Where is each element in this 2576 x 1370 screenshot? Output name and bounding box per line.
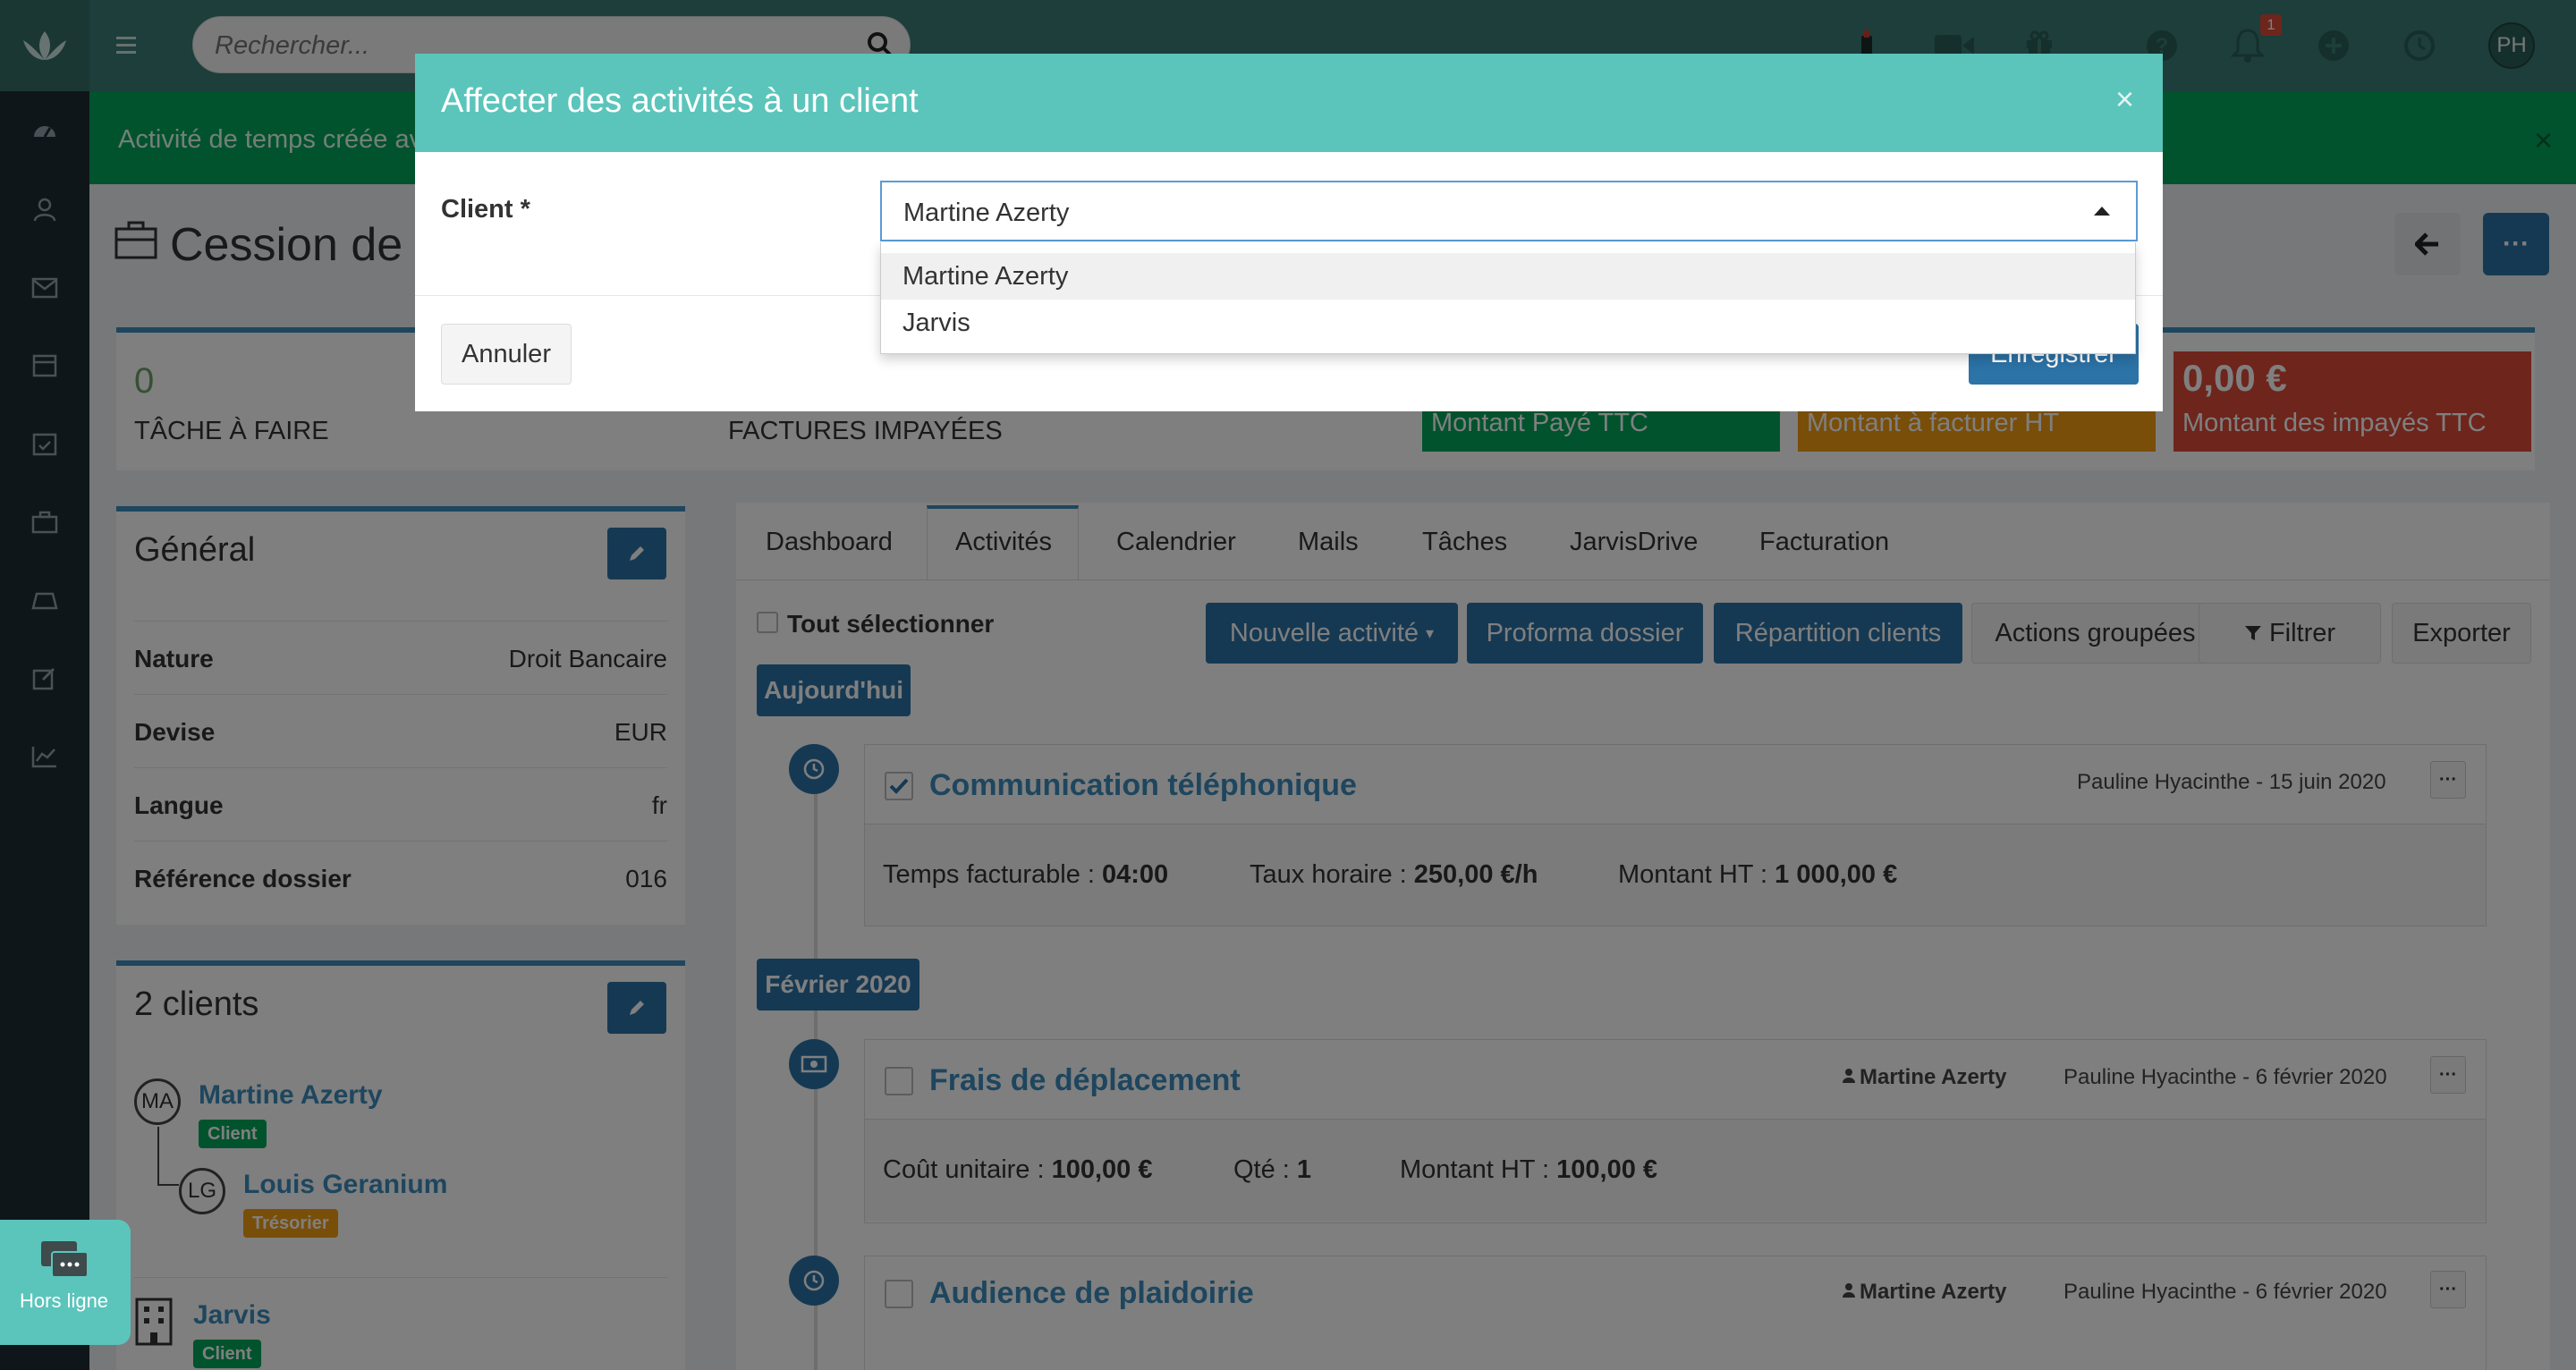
dropdown-option[interactable]: Jarvis bbox=[881, 300, 2135, 346]
caret-up-icon bbox=[2094, 207, 2110, 216]
client-select[interactable]: Martine Azerty bbox=[880, 181, 2138, 241]
dropdown-option[interactable]: Martine Azerty bbox=[881, 253, 2135, 300]
client-dropdown-list: Martine Azerty Jarvis bbox=[880, 242, 2136, 354]
cancel-button[interactable]: Annuler bbox=[441, 324, 572, 385]
client-select-value: Martine Azerty bbox=[903, 199, 1070, 227]
dropdown-option-label: Jarvis bbox=[902, 309, 970, 337]
modal-title: Affecter des activités à un client bbox=[441, 82, 919, 120]
modal-header: Affecter des activités à un client × bbox=[415, 54, 2163, 152]
client-field-label: Client * bbox=[441, 195, 530, 224]
chat-status-label: Hors ligne bbox=[20, 1290, 109, 1312]
chat-bubbles-icon bbox=[39, 1239, 91, 1284]
modal-close-icon[interactable]: × bbox=[2115, 80, 2134, 118]
chat-widget[interactable]: Hors ligne bbox=[0, 1220, 131, 1345]
dropdown-option-label: Martine Azerty bbox=[902, 262, 1069, 291]
assign-client-modal: Affecter des activités à un client × Cli… bbox=[415, 54, 2163, 411]
